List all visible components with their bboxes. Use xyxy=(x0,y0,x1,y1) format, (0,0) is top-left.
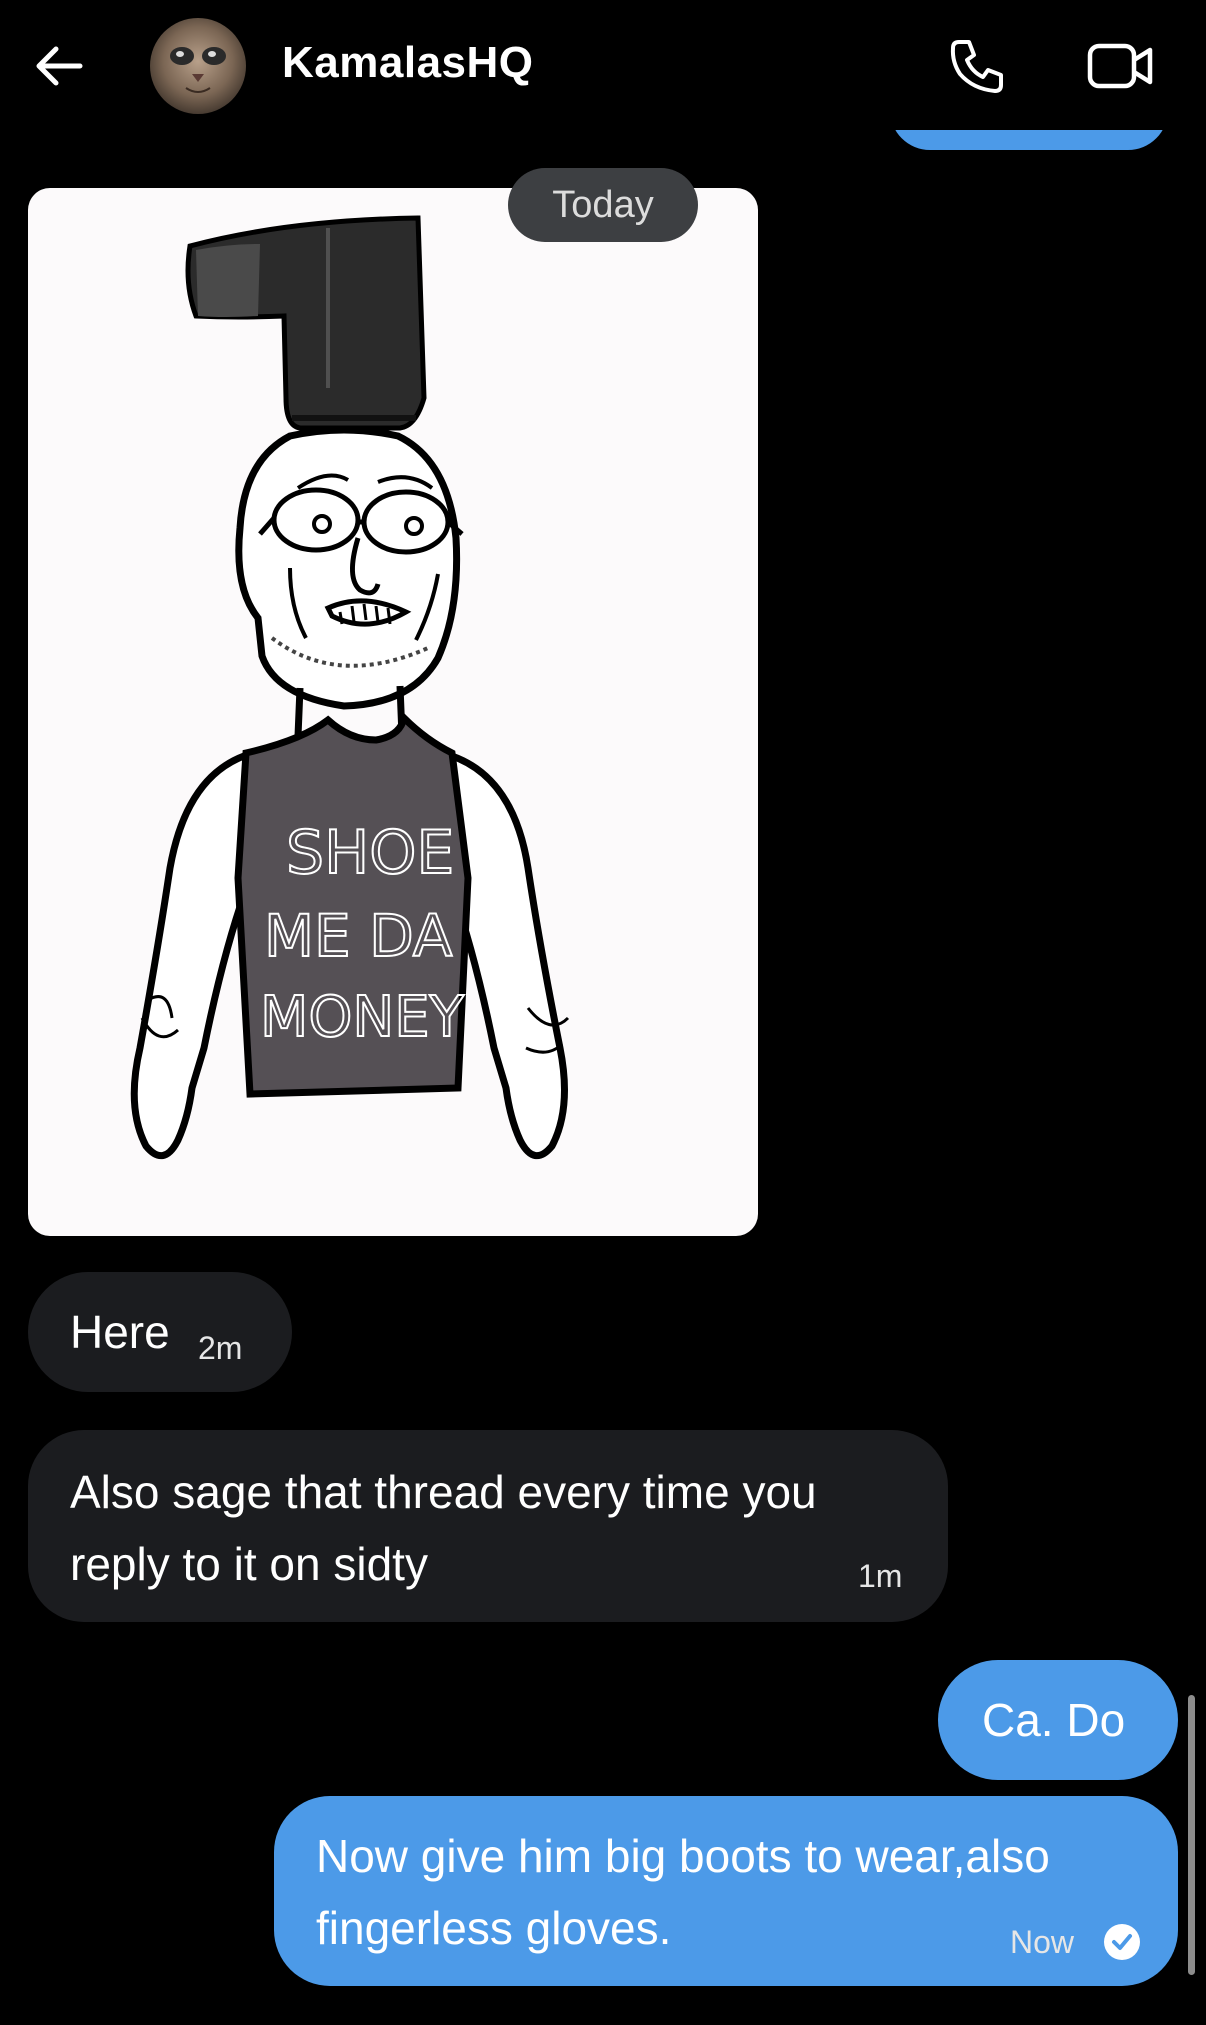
message-text: Also sage that thread every time you rep… xyxy=(70,1466,817,1590)
image-attachment[interactable]: SHOE ME DA MONEY xyxy=(28,188,758,1236)
message-timestamp: 1m xyxy=(858,1558,903,1594)
contact-name[interactable]: KamalasHQ xyxy=(282,38,534,88)
message-text: Ca. Do xyxy=(982,1694,1126,1746)
shirt-line-2: ME DA xyxy=(264,902,453,970)
shirt-text: SHOE ME DA MONEY xyxy=(259,817,466,1051)
shirt-line-3: MONEY xyxy=(260,985,465,1050)
video-call-button[interactable] xyxy=(1086,38,1156,94)
read-receipt-icon xyxy=(1104,1924,1140,1960)
boot-drawing xyxy=(185,215,427,431)
phone-icon xyxy=(950,40,1003,93)
voice-call-button[interactable] xyxy=(945,34,1009,98)
message-timestamp: Now xyxy=(1010,1924,1075,1960)
wojak-drawing: SHOE ME DA MONEY xyxy=(130,215,570,1159)
message-text: Here xyxy=(70,1306,170,1358)
shirt-line-1: SHOE xyxy=(286,818,454,888)
message-bubble-incoming[interactable]: Also sage that thread every time you rep… xyxy=(28,1430,948,1622)
scrollbar[interactable] xyxy=(1188,1695,1195,1975)
message-timestamp: 2m xyxy=(198,1330,243,1366)
arrow-left-icon xyxy=(36,46,83,86)
chat-header: KamalasHQ xyxy=(0,0,1206,130)
avatar[interactable] xyxy=(150,18,246,114)
video-camera-icon xyxy=(1087,43,1153,89)
message-text: Now give him big boots to wear,also fing… xyxy=(316,1830,1050,1954)
message-bubble-outgoing[interactable]: Ca. Do xyxy=(938,1660,1178,1780)
message-bubble-incoming[interactable]: Here 2m xyxy=(28,1272,292,1392)
message-bubble-outgoing[interactable]: Now give him big boots to wear,also fing… xyxy=(274,1796,1178,1986)
back-button[interactable] xyxy=(30,36,90,96)
date-separator: Today xyxy=(508,168,698,242)
